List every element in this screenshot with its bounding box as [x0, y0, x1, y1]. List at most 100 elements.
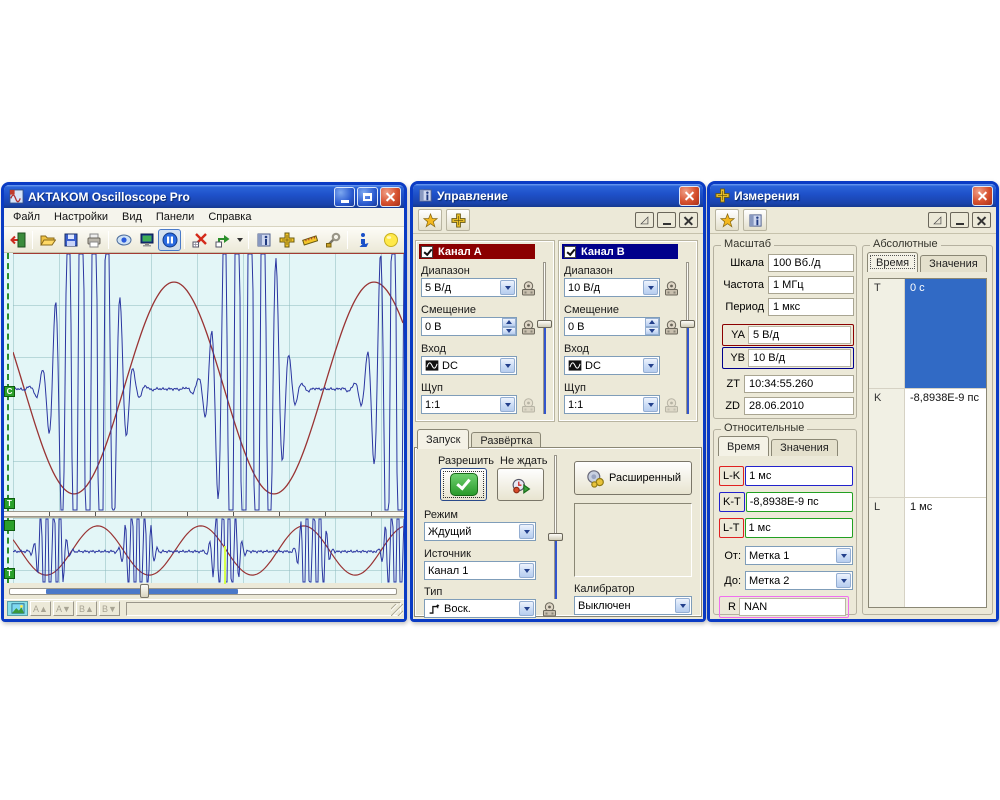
- measurements-titlebar[interactable]: Измерения: [710, 184, 996, 207]
- channel-a-range-combo[interactable]: 5 В/д: [421, 278, 517, 297]
- trigger-mode-combo[interactable]: Ждущий: [424, 522, 536, 541]
- slider-thumb[interactable]: [140, 584, 149, 598]
- dropdown-arrow-icon[interactable]: [836, 573, 851, 588]
- toolbar-help-button[interactable]: [351, 229, 374, 251]
- control-titlebar[interactable]: Управление: [413, 184, 703, 207]
- close-button[interactable]: [380, 187, 401, 207]
- close-panel-button[interactable]: [679, 212, 698, 228]
- knob-assign-icon[interactable]: [664, 319, 679, 335]
- oscilloscope-titlebar[interactable]: AKTAKOM Oscilloscope Pro: [4, 185, 404, 208]
- knob-assign-icon[interactable]: [664, 280, 679, 296]
- channel-a-enable-checkbox[interactable]: [421, 246, 433, 258]
- trigger-source-combo[interactable]: Канал 1: [424, 561, 536, 580]
- dropdown-arrow-icon[interactable]: [500, 280, 515, 295]
- close-panel-button[interactable]: [972, 212, 991, 228]
- to-marker-combo[interactable]: Метка 2: [745, 571, 853, 590]
- toolbar-open-button[interactable]: [36, 229, 59, 251]
- channel-b-range-combo[interactable]: 10 В/д: [564, 278, 660, 297]
- channel-a-up-button[interactable]: A▲: [30, 601, 51, 616]
- channel-b-down-button[interactable]: B▼: [99, 601, 120, 616]
- panel-tool-button[interactable]: [446, 209, 470, 231]
- channel-a-position-slider[interactable]: [537, 262, 553, 414]
- toolbar-info-panel-button[interactable]: [252, 229, 275, 251]
- channel-a-down-button[interactable]: A▼: [53, 601, 74, 616]
- knob-assign-icon[interactable]: [521, 319, 536, 335]
- absolute-measures-list[interactable]: T 0 с K -8,8938E-9 пс L 1 мс: [868, 278, 987, 608]
- toolbar-insert-button[interactable]: [211, 229, 234, 251]
- preview-scope-screen[interactable]: T: [4, 517, 404, 583]
- dropdown-arrow-icon[interactable]: [519, 563, 534, 578]
- maximize-button[interactable]: [357, 187, 378, 207]
- slider-thumb[interactable]: [537, 320, 552, 328]
- spin-down-button[interactable]: [502, 327, 516, 336]
- dropdown-arrow-icon[interactable]: [519, 524, 534, 539]
- slider-thumb[interactable]: [548, 533, 563, 541]
- info-button[interactable]: [743, 209, 767, 231]
- channel-a-input-combo[interactable]: DC: [421, 356, 517, 375]
- channel-a-probe-combo[interactable]: 1:1: [421, 395, 517, 414]
- channel-a-offset-field[interactable]: 0 В: [421, 317, 517, 336]
- toolbar-save-button[interactable]: [59, 229, 82, 251]
- resize-grip[interactable]: [391, 604, 403, 616]
- toolbar-tools-button[interactable]: [321, 229, 344, 251]
- preview-marker[interactable]: [4, 520, 15, 531]
- channel-b-position-slider[interactable]: [680, 262, 696, 414]
- channel-b-offset-field[interactable]: 0 В: [564, 317, 660, 336]
- slider-thumb[interactable]: [680, 320, 695, 328]
- dropdown-arrow-icon[interactable]: [836, 548, 851, 563]
- horizontal-position-slider[interactable]: [4, 583, 404, 599]
- tab-relative-values[interactable]: Значения: [771, 439, 838, 456]
- tab-sweep[interactable]: Развёртка: [471, 432, 541, 449]
- main-scope-screen[interactable]: C T: [4, 253, 404, 511]
- toolbar-control-panel-button[interactable]: [275, 229, 298, 251]
- spin-up-button[interactable]: [502, 318, 516, 327]
- tab-relative-time[interactable]: Время: [718, 436, 769, 456]
- toolbar-exit-button[interactable]: [6, 229, 29, 251]
- favorites-button[interactable]: [715, 209, 739, 231]
- toolbar-display-button[interactable]: [135, 229, 158, 251]
- channel-marker[interactable]: C: [4, 386, 15, 397]
- dropdown-arrow-icon[interactable]: [643, 358, 658, 373]
- list-row-t[interactable]: T 0 с: [869, 279, 986, 389]
- dropdown-arrow-icon[interactable]: [500, 397, 515, 412]
- toolbar-print-button[interactable]: [82, 229, 105, 251]
- menu-item-help[interactable]: Справка: [201, 209, 258, 225]
- channel-b-enable-checkbox[interactable]: [564, 246, 576, 258]
- channel-b-input-combo[interactable]: DC: [564, 356, 660, 375]
- dock-button[interactable]: [928, 212, 947, 228]
- dock-button[interactable]: [635, 212, 654, 228]
- dropdown-arrow-icon[interactable]: [500, 358, 515, 373]
- trigger-nowait-button[interactable]: [497, 468, 544, 501]
- channel-b-probe-combo[interactable]: 1:1: [564, 395, 660, 414]
- close-button[interactable]: [972, 186, 993, 206]
- tab-absolute-time[interactable]: Время: [867, 252, 918, 272]
- menu-item-file[interactable]: Файл: [6, 209, 47, 225]
- preview-trigger-marker[interactable]: T: [4, 568, 15, 579]
- insert-dropdown-button[interactable]: [234, 229, 245, 251]
- menu-item-settings[interactable]: Настройки: [47, 209, 115, 225]
- minimize-button[interactable]: [334, 187, 355, 207]
- knob-assign-icon[interactable]: [521, 280, 536, 296]
- minimize-panel-button[interactable]: [657, 212, 676, 228]
- toolbar-measurements-panel-button[interactable]: [298, 229, 321, 251]
- list-row-k[interactable]: K -8,8938E-9 пс: [869, 389, 986, 499]
- toolbar-clear-button[interactable]: [188, 229, 211, 251]
- spin-up-button[interactable]: [645, 318, 659, 327]
- list-row-l[interactable]: L 1 мс: [869, 498, 986, 607]
- channel-b-up-button[interactable]: B▲: [76, 601, 97, 616]
- knob-assign-icon[interactable]: [542, 601, 557, 617]
- menu-item-panels[interactable]: Панели: [149, 209, 201, 225]
- dropdown-arrow-icon[interactable]: [643, 280, 658, 295]
- toolbar-pause-button[interactable]: [158, 229, 181, 251]
- calibrator-combo[interactable]: Выключен: [574, 596, 692, 615]
- dropdown-arrow-icon[interactable]: [675, 598, 690, 613]
- trigger-level-slider[interactable]: [548, 455, 565, 599]
- extended-settings-button[interactable]: Расширенный: [574, 461, 692, 495]
- trigger-enable-button[interactable]: [440, 468, 487, 501]
- spin-down-button[interactable]: [645, 327, 659, 336]
- menu-item-view[interactable]: Вид: [115, 209, 149, 225]
- screenshot-button[interactable]: [7, 601, 28, 616]
- minimize-panel-button[interactable]: [950, 212, 969, 228]
- tab-absolute-values[interactable]: Значения: [920, 255, 987, 272]
- trigger-type-combo[interactable]: Воск.: [424, 599, 536, 618]
